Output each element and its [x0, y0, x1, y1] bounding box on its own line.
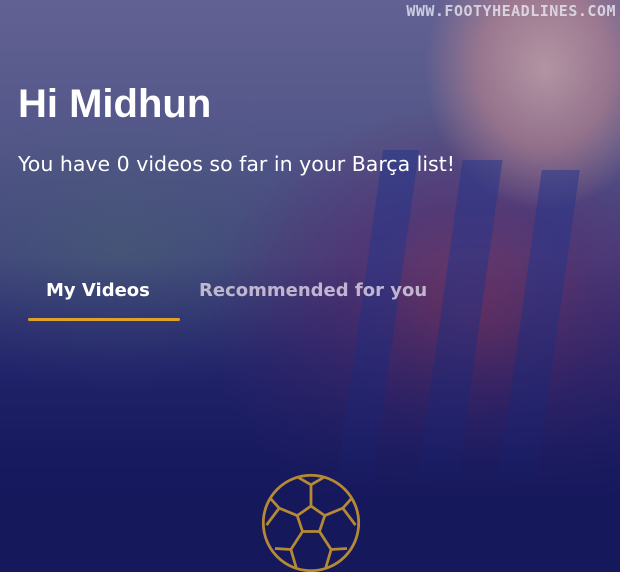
tab-my-videos[interactable]: My Videos: [46, 280, 150, 301]
watermark-text: WWW.FOOTYHEADLINES.COM: [406, 2, 616, 20]
soccer-ball-icon: [261, 473, 361, 572]
video-tabs: My Videos Recommended for you: [28, 272, 588, 322]
video-count-subtitle: You have 0 videos so far in your Barça l…: [18, 152, 455, 176]
active-tab-indicator: [28, 318, 180, 321]
tab-recommended[interactable]: Recommended for you: [199, 280, 427, 301]
my-videos-screen: WWW.FOOTYHEADLINES.COM Hi Midhun You hav…: [0, 0, 620, 572]
greeting-title: Hi Midhun: [18, 82, 212, 126]
